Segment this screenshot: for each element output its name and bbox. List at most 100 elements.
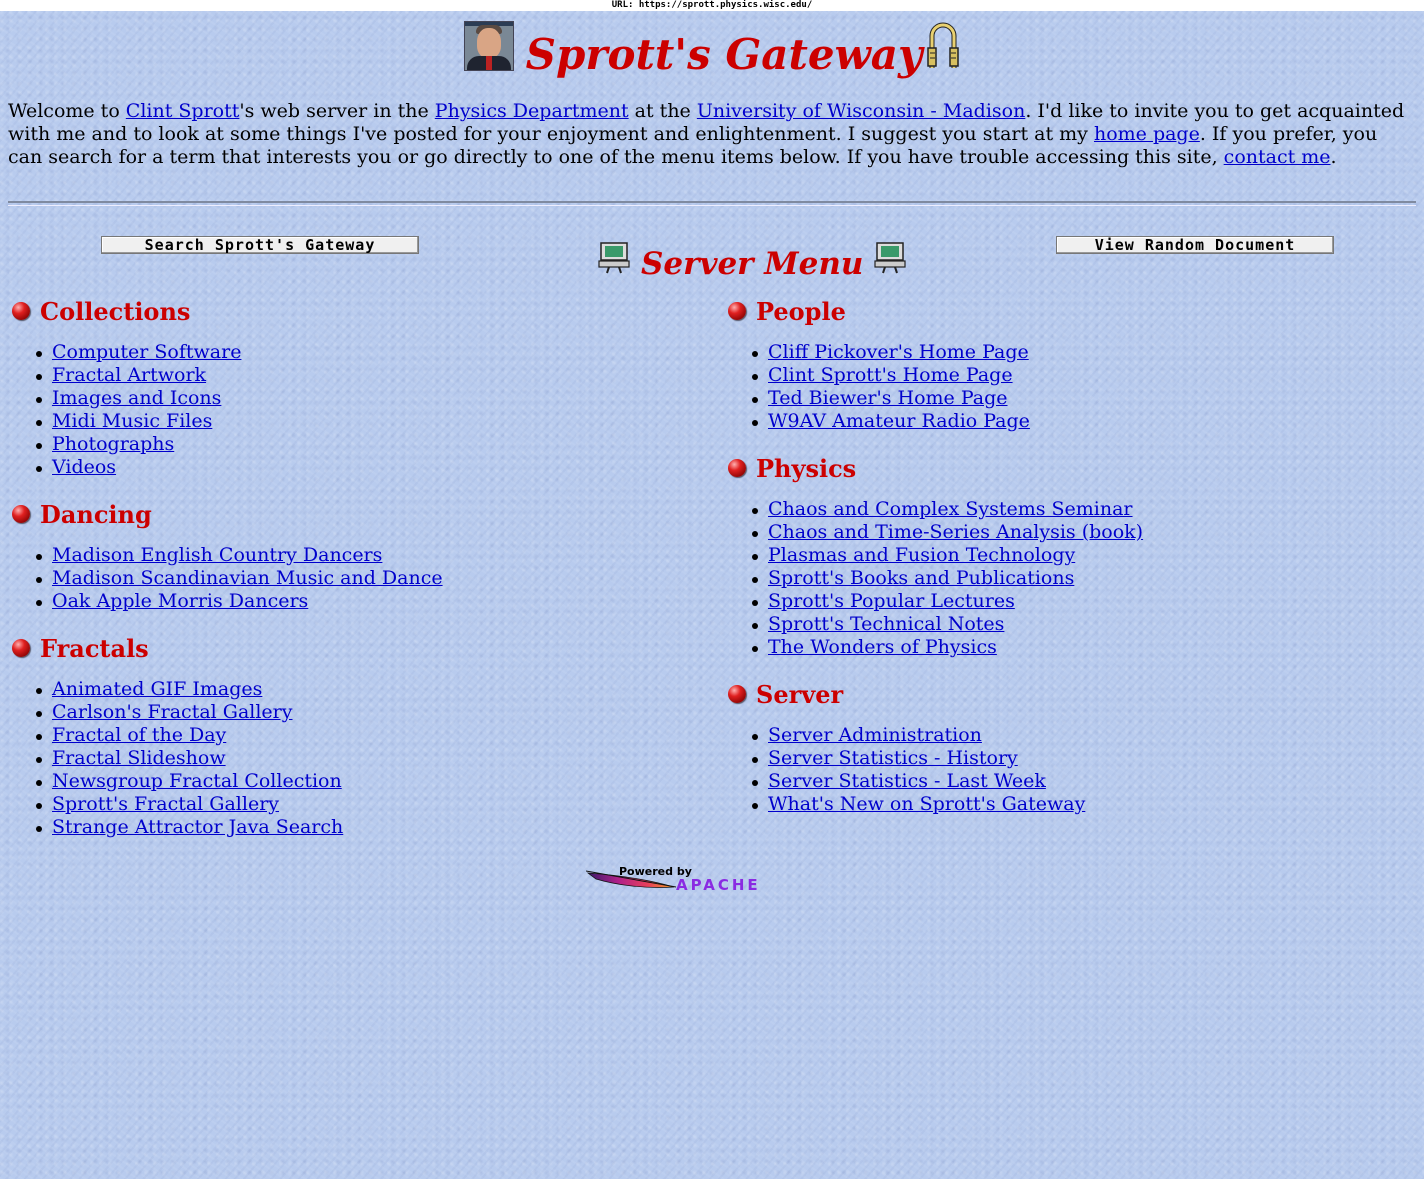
link-plasmas[interactable]: Plasmas and Fusion Technology [768,544,1075,566]
list-item: Videos [36,456,702,479]
link-technical-notes[interactable]: Sprott's Technical Notes [768,613,1004,635]
right-menu-column: People Cliff Pickover's Home Page Clint … [728,296,1418,816]
link-fractal-of-day[interactable]: Fractal of the Day [52,724,226,746]
site-title: Sprott's Gateway [525,30,923,79]
list-item: Strange Attractor Java Search [36,816,702,839]
section-title: Physics [756,453,857,483]
link-photographs[interactable]: Photographs [52,433,174,455]
section-title: Dancing [40,499,152,529]
intro-paragraph: Welcome to Clint Sprott's web server in … [8,100,1405,168]
search-gateway-button[interactable]: Search Sprott's Gateway [101,236,419,254]
section-fractals: Fractals Animated GIF Images Carlson's F… [12,633,702,839]
section-collections: Collections Computer Software Fractal Ar… [12,296,702,479]
server-menu-header: Server Menu [597,232,907,282]
section-server: Server Server Administration Server Stat… [728,679,1418,816]
list-item: What's New on Sprott's Gateway [752,793,1418,816]
list-item: Plasmas and Fusion Technology [752,544,1418,567]
link-images-icons[interactable]: Images and Icons [52,387,221,409]
left-menu-column: Collections Computer Software Fractal Ar… [12,296,702,839]
link-whats-new[interactable]: What's New on Sprott's Gateway [768,793,1085,815]
link-strange-attractor[interactable]: Strange Attractor Java Search [52,816,343,838]
list-item: Ted Biewer's Home Page [752,387,1418,410]
link-fractal-slideshow[interactable]: Fractal Slideshow [52,747,226,769]
link-w9av[interactable]: W9AV Amateur Radio Page [768,410,1030,432]
list-item: W9AV Amateur Radio Page [752,410,1418,433]
page-header: Sprott's Gateway [0,20,1424,90]
list-item: Newsgroup Fractal Collection [36,770,702,793]
list-item: Carlson's Fractal Gallery [36,701,702,724]
list-item: Fractal Artwork [36,364,702,387]
list-item: Images and Icons [36,387,702,410]
random-document-button[interactable]: View Random Document [1056,236,1334,254]
link-popular-lectures[interactable]: Sprott's Popular Lectures [768,590,1015,612]
list-item: Server Administration [752,724,1418,747]
link-chaos-seminar[interactable]: Chaos and Complex Systems Seminar [768,498,1133,520]
horizontal-divider [8,201,1416,206]
apache-text: APACHE [676,876,761,894]
section-title: Server [756,679,844,709]
link-animated-gif[interactable]: Animated GIF Images [52,678,262,700]
list-item: Fractal of the Day [36,724,702,747]
list-item: Server Statistics - History [752,747,1418,770]
link-books-publications[interactable]: Sprott's Books and Publications [768,567,1074,589]
section-people: People Cliff Pickover's Home Page Clint … [728,296,1418,433]
server-menu-title: Server Menu [641,246,864,282]
list-item: Sprott's Popular Lectures [752,590,1418,613]
red-ball-icon [728,302,746,320]
link-sprott-home[interactable]: Clint Sprott's Home Page [768,364,1013,386]
gate-icon [927,22,960,68]
list-item: Sprott's Fractal Gallery [36,793,702,816]
link-midi-music[interactable]: Midi Music Files [52,410,212,432]
section-title: Fractals [40,633,149,663]
list-item: Clint Sprott's Home Page [752,364,1418,387]
list-item: Madison Scandinavian Music and Dance [36,567,702,590]
link-sprott-fractal-gallery[interactable]: Sprott's Fractal Gallery [52,793,279,815]
list-item: Chaos and Complex Systems Seminar [752,498,1418,521]
link-biewer[interactable]: Ted Biewer's Home Page [768,387,1008,409]
link-chaos-book[interactable]: Chaos and Time-Series Analysis (book) [768,521,1143,543]
link-videos[interactable]: Videos [52,456,116,478]
list-item: Sprott's Books and Publications [752,567,1418,590]
url-bar: URL: https://sprott.physics.wisc.edu/ [0,0,1424,11]
link-fractal-artwork[interactable]: Fractal Artwork [52,364,206,386]
red-ball-icon [728,459,746,477]
link-newsgroup-fractal[interactable]: Newsgroup Fractal Collection [52,770,342,792]
list-item: Cliff Pickover's Home Page [752,341,1418,364]
list-item: Chaos and Time-Series Analysis (book) [752,521,1418,544]
link-computer-software[interactable]: Computer Software [52,341,241,363]
list-item: Fractal Slideshow [36,747,702,770]
red-ball-icon [12,302,30,320]
section-title: People [756,296,846,326]
link-carlson-gallery[interactable]: Carlson's Fractal Gallery [52,701,293,723]
link-clint-sprott[interactable]: Clint Sprott [126,100,240,122]
list-item: Computer Software [36,341,702,364]
section-physics: Physics Chaos and Complex Systems Semina… [728,453,1418,659]
section-dancing: Dancing Madison English Country Dancers … [12,499,702,613]
link-wonders-physics[interactable]: The Wonders of Physics [768,636,997,658]
list-item: Sprott's Technical Notes [752,613,1418,636]
list-item: Madison English Country Dancers [36,544,702,567]
link-morris-dancers[interactable]: Oak Apple Morris Dancers [52,590,308,612]
list-item: The Wonders of Physics [752,636,1418,659]
link-stats-history[interactable]: Server Statistics - History [768,747,1018,769]
link-university[interactable]: University of Wisconsin - Madison [697,100,1025,122]
link-home-page[interactable]: home page [1094,123,1200,145]
section-title: Collections [40,296,191,326]
red-ball-icon [12,505,30,523]
link-scandinavian[interactable]: Madison Scandinavian Music and Dance [52,567,443,589]
link-contact-me[interactable]: contact me [1224,146,1331,168]
link-physics-department[interactable]: Physics Department [435,100,629,122]
list-item: Oak Apple Morris Dancers [36,590,702,613]
portrait-photo-icon [463,21,514,71]
red-ball-icon [12,639,30,657]
computer-icon [874,242,907,274]
red-ball-icon [728,685,746,703]
powered-by-apache-badge[interactable]: Powered by APACHE [586,865,836,895]
link-stats-last-week[interactable]: Server Statistics - Last Week [768,770,1046,792]
list-item: Animated GIF Images [36,678,702,701]
computer-icon [598,242,630,274]
link-pickover[interactable]: Cliff Pickover's Home Page [768,341,1029,363]
list-item: Server Statistics - Last Week [752,770,1418,793]
link-english-country[interactable]: Madison English Country Dancers [52,544,382,566]
link-server-admin[interactable]: Server Administration [768,724,982,746]
